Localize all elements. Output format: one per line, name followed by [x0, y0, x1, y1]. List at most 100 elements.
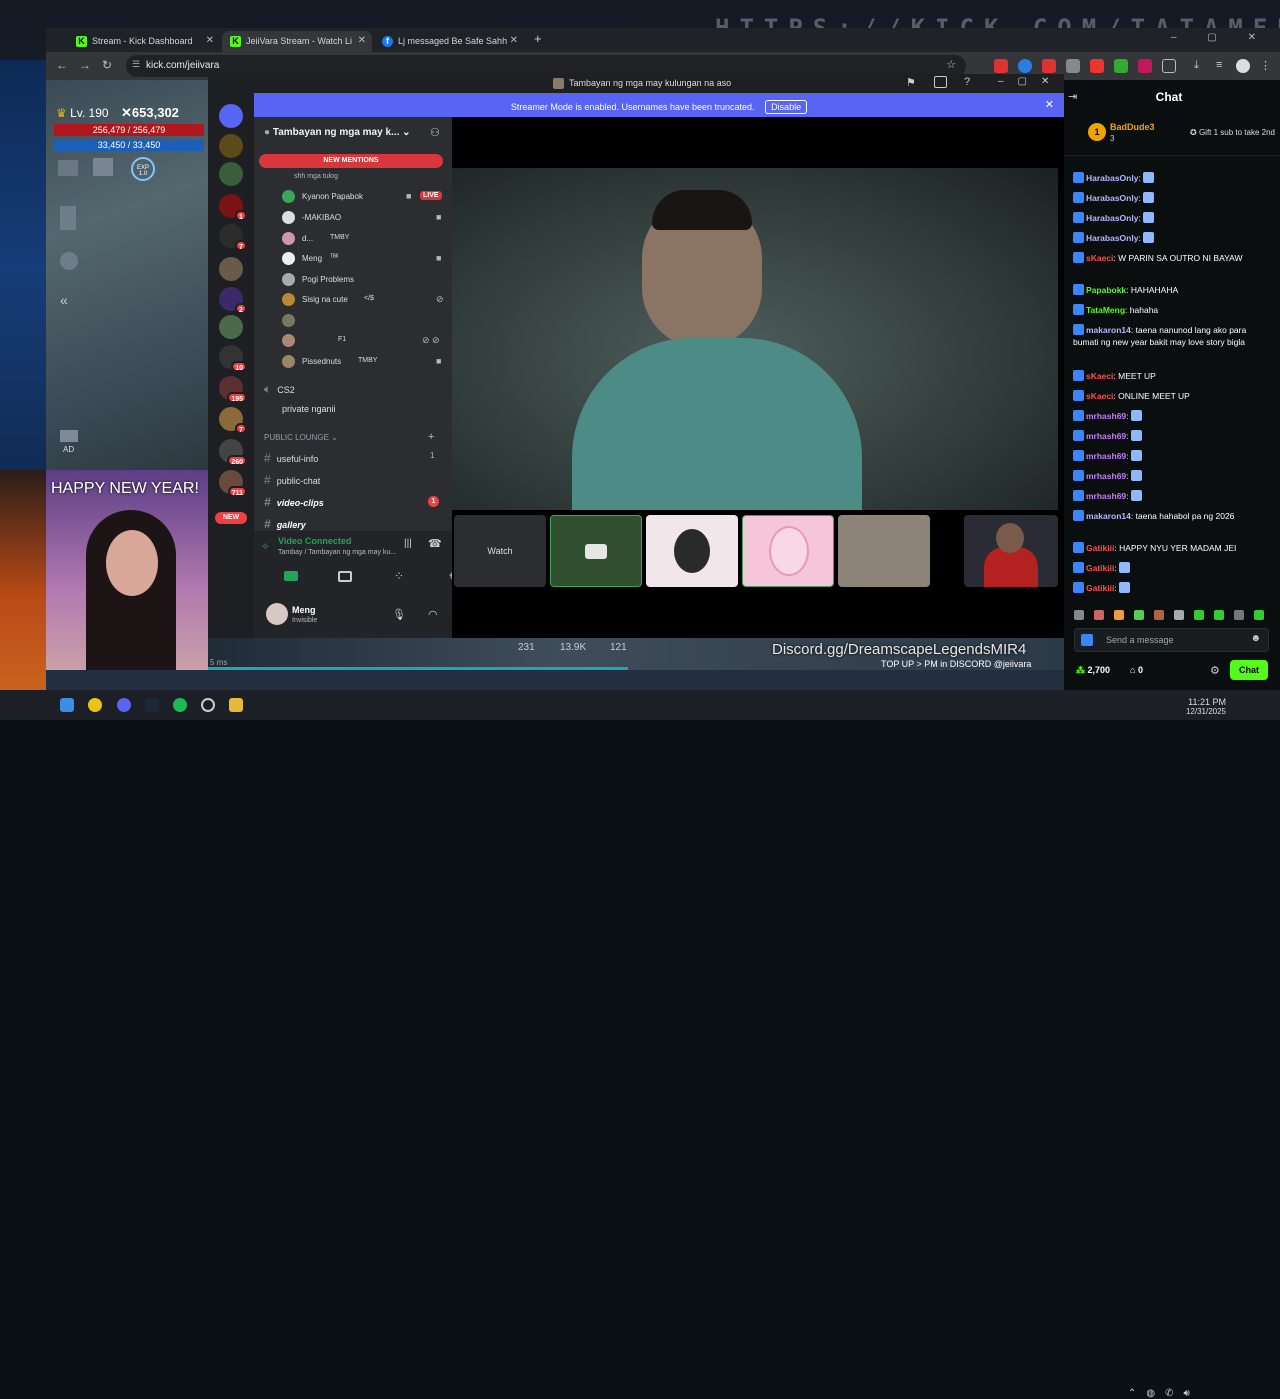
- camera-button[interactable]: [284, 571, 298, 581]
- participant-video-tile[interactable]: [838, 515, 930, 587]
- forward-icon[interactable]: →: [79, 58, 91, 72]
- close-icon[interactable]: ✕: [358, 35, 366, 46]
- camera-tile[interactable]: [550, 515, 642, 587]
- emote-icon[interactable]: [1074, 610, 1084, 620]
- participant-video-tile[interactable]: [964, 515, 1058, 587]
- channel-video-clips[interactable]: # video-clips: [264, 495, 324, 509]
- emote-icon[interactable]: [1134, 610, 1144, 620]
- chat-username[interactable]: HarabasOnly: [1086, 193, 1138, 203]
- server-icon[interactable]: 2: [219, 287, 247, 314]
- chat-username[interactable]: Gatikiii: [1086, 543, 1114, 553]
- chat-username[interactable]: HarabasOnly: [1086, 213, 1138, 223]
- menu-dots-icon[interactable]: ⋮: [1260, 59, 1271, 72]
- bag-icon[interactable]: [93, 158, 113, 176]
- help-icon[interactable]: ?: [964, 76, 970, 88]
- server-icon[interactable]: 260: [219, 439, 247, 466]
- server-header[interactable]: ● Tambayan ng mga may k... ⌄: [264, 127, 411, 138]
- new-tab-icon[interactable]: +: [534, 31, 542, 46]
- site-info-icon[interactable]: ☰: [132, 59, 140, 70]
- tab-jeiivara-stream[interactable]: K JeiiVara Stream - Watch Li ✕: [222, 31, 372, 52]
- chat-username[interactable]: Gatikiii: [1086, 583, 1114, 593]
- server-icon[interactable]: [219, 162, 243, 186]
- server-icon[interactable]: 7: [219, 224, 247, 251]
- file-explorer-icon[interactable]: [229, 698, 243, 712]
- tab-facebook-message[interactable]: f Lj messaged Be Safe Sahh ✕: [374, 31, 524, 52]
- start-icon[interactable]: [60, 698, 74, 712]
- chrome-icon[interactable]: [88, 698, 102, 712]
- map-icon[interactable]: [60, 252, 78, 270]
- reading-list-icon[interactable]: ≡: [1216, 59, 1222, 71]
- category-public-lounge[interactable]: PUBLIC LOUNGE ⌄: [264, 433, 338, 442]
- noise-icon[interactable]: |||: [404, 538, 412, 549]
- close-icon[interactable]: ✕: [1045, 98, 1054, 111]
- spotify-icon[interactable]: [173, 698, 187, 712]
- download-icon[interactable]: ⤓: [1194, 59, 1199, 72]
- close-icon[interactable]: ✕: [510, 35, 518, 46]
- server-icon[interactable]: [219, 315, 243, 339]
- extensions-puzzle-icon[interactable]: [1162, 59, 1176, 73]
- video-ad-icon[interactable]: [60, 430, 78, 442]
- disable-button[interactable]: Disable: [765, 100, 808, 114]
- chat-username[interactable]: mrhash69: [1086, 491, 1126, 501]
- new-pill[interactable]: NEW: [215, 512, 247, 524]
- channel-useful-info[interactable]: # useful-info: [264, 451, 318, 465]
- back-icon[interactable]: ←: [56, 58, 68, 72]
- extension-icon[interactable]: [1114, 59, 1128, 73]
- close-icon[interactable]: ✕: [206, 35, 214, 46]
- profile-avatar[interactable]: [1236, 59, 1250, 73]
- server-icon[interactable]: [219, 134, 243, 158]
- chat-username[interactable]: mrhash69: [1086, 471, 1126, 481]
- chat-username[interactable]: makaron14: [1086, 325, 1131, 335]
- chat-username[interactable]: mrhash69: [1086, 431, 1126, 441]
- chat-username[interactable]: sKaeci: [1086, 391, 1113, 401]
- emote-icon[interactable]: [1114, 610, 1124, 620]
- screen-icon[interactable]: [934, 76, 947, 88]
- emote-icon[interactable]: [1234, 610, 1244, 620]
- window-controls[interactable]: – ▢ ✕: [1171, 32, 1270, 43]
- extension-icon[interactable]: [1042, 59, 1056, 73]
- server-icon[interactable]: 711: [219, 470, 247, 497]
- extension-icon[interactable]: [1066, 59, 1080, 73]
- extension-icon[interactable]: [1090, 59, 1104, 73]
- emote-icon[interactable]: [1254, 610, 1264, 620]
- main-video-feed[interactable]: [452, 168, 1058, 510]
- extension-icon[interactable]: [1018, 59, 1032, 73]
- flag-icon[interactable]: ⚑: [906, 76, 916, 89]
- chat-username[interactable]: HarabasOnly: [1086, 173, 1138, 183]
- chat-input[interactable]: Send a message ☻: [1074, 628, 1269, 652]
- send-chat-button[interactable]: Chat: [1230, 660, 1268, 680]
- activities-button[interactable]: ⁘: [394, 569, 404, 583]
- chat-username[interactable]: TataMeng: [1086, 305, 1125, 315]
- participant-tile[interactable]: [646, 515, 738, 587]
- voice-channel-cs2[interactable]: 🔈︎ CS2: [264, 382, 295, 397]
- screenshare-button[interactable]: [338, 571, 352, 582]
- channel-public-chat[interactable]: # public-chat: [264, 473, 320, 487]
- points-display[interactable]: ⁂ 2,700: [1076, 665, 1110, 676]
- emoji-icon[interactable]: ☻: [1250, 633, 1261, 644]
- new-mentions-pill[interactable]: NEW MENTIONS: [259, 154, 443, 168]
- server-icon[interactable]: 1: [219, 194, 247, 221]
- tab-kick-dashboard[interactable]: K Stream - Kick Dashboard ✕: [68, 31, 220, 52]
- chat-username[interactable]: Papabokk: [1086, 285, 1126, 295]
- add-channel-icon[interactable]: +: [428, 431, 434, 443]
- mail-icon[interactable]: [58, 160, 78, 176]
- chat-username[interactable]: sKaeci: [1086, 253, 1113, 263]
- chat-username[interactable]: mrhash69: [1086, 411, 1126, 421]
- chat-username[interactable]: makaron14: [1086, 511, 1131, 521]
- emote-icon[interactable]: [1174, 610, 1184, 620]
- emote-icon[interactable]: [1194, 610, 1204, 620]
- server-icon[interactable]: 7: [219, 407, 247, 434]
- tower-icon[interactable]: [60, 206, 76, 230]
- extension-icon[interactable]: [994, 59, 1008, 73]
- emote-icon[interactable]: [1154, 610, 1164, 620]
- bookmark-star-icon[interactable]: ☆: [946, 58, 956, 71]
- add-friend-icon[interactable]: ⚇: [430, 126, 440, 139]
- headphones-icon[interactable]: ◠: [428, 608, 438, 621]
- chat-username[interactable]: mrhash69: [1086, 451, 1126, 461]
- emote-icon[interactable]: [1094, 610, 1104, 620]
- avatar[interactable]: [266, 603, 288, 625]
- extension-icon[interactable]: [1138, 59, 1152, 73]
- chat-username[interactable]: HarabasOnly: [1086, 233, 1138, 243]
- disconnect-icon[interactable]: ☎: [428, 537, 442, 550]
- discord-icon[interactable]: [117, 698, 131, 712]
